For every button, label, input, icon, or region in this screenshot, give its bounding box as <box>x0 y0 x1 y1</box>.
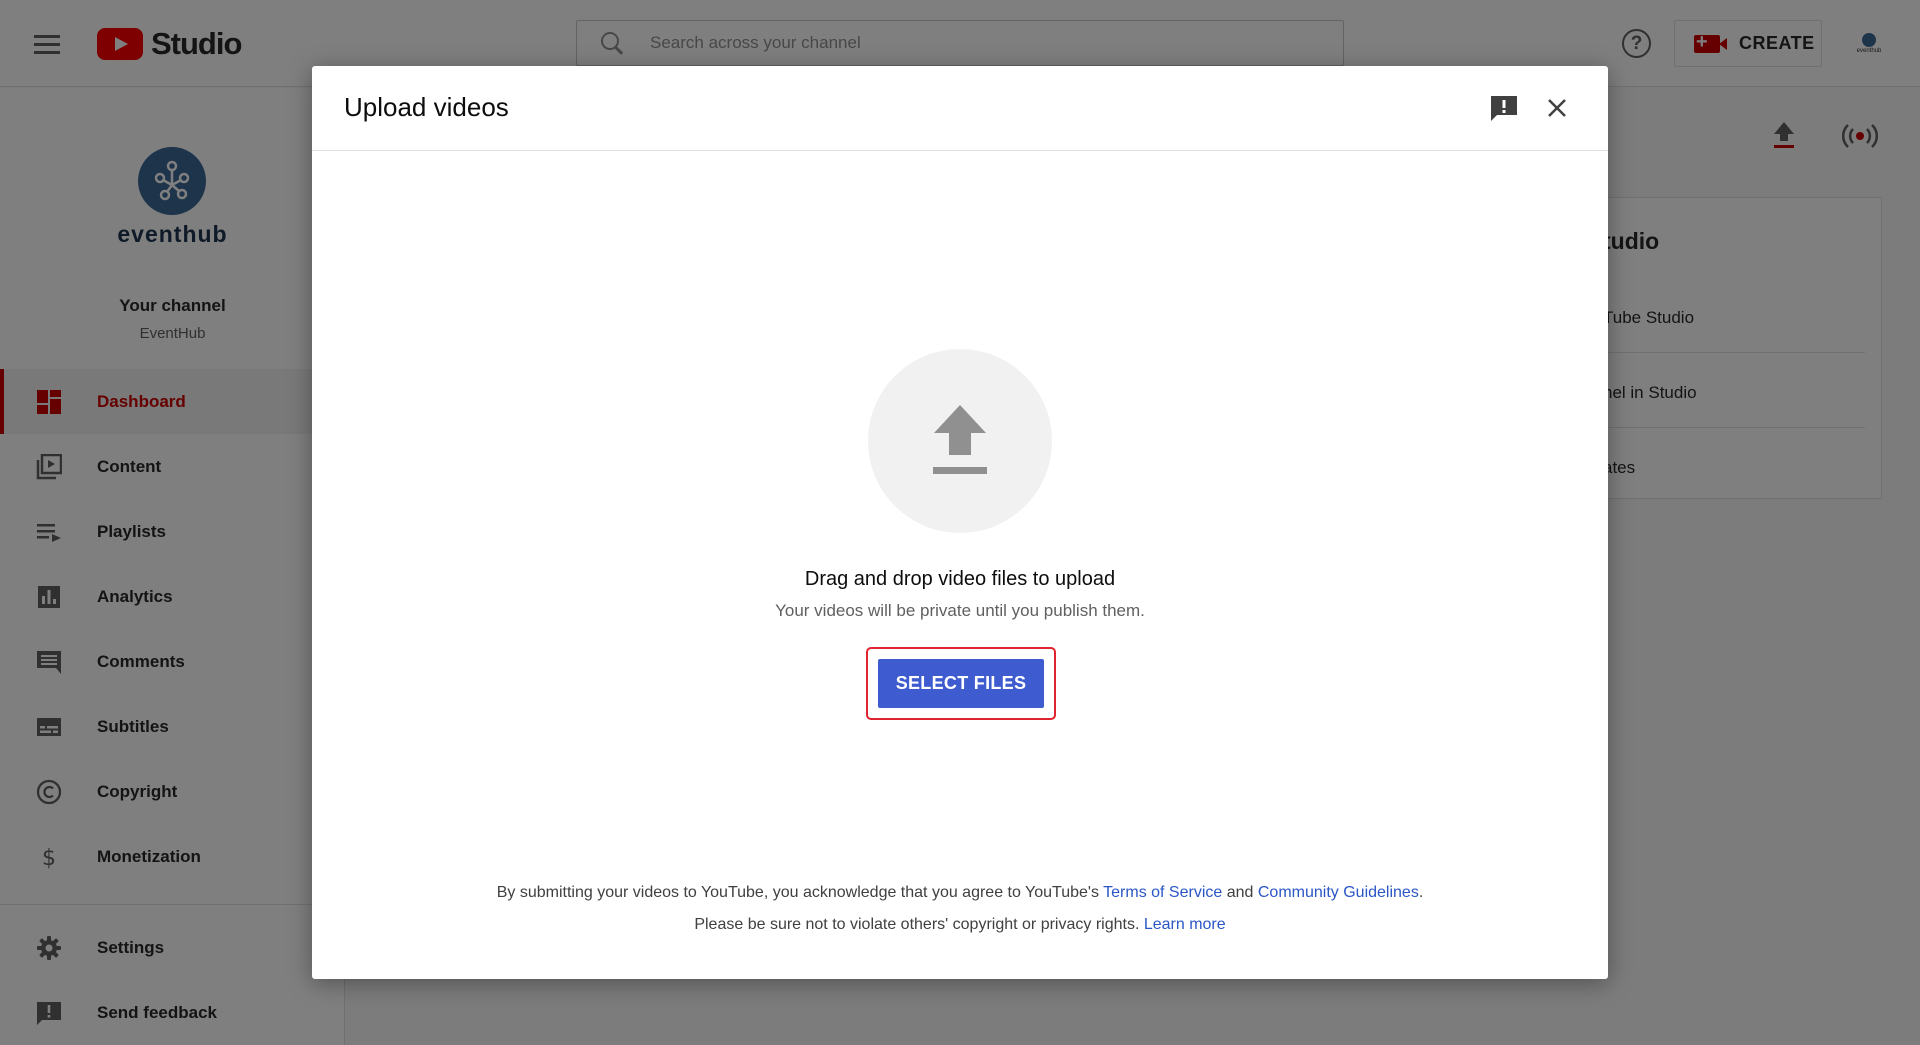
legal-notice-line2: Please be sure not to violate others' co… <box>312 916 1608 934</box>
send-feedback-icon[interactable] <box>1489 93 1519 123</box>
legal-notice-line1: By submitting your videos to YouTube, yo… <box>312 884 1608 902</box>
community-guidelines-link[interactable]: Community Guidelines <box>1258 884 1419 901</box>
dialog-title: Upload videos <box>344 92 509 122</box>
learn-more-link[interactable]: Learn more <box>1144 916 1226 933</box>
upload-arrow-icon <box>933 405 987 474</box>
legal-text: and <box>1222 884 1258 901</box>
legal-text: . <box>1418 884 1424 901</box>
terms-of-service-link[interactable]: Terms of Service <box>1103 884 1222 901</box>
upload-videos-dialog: Upload videos Drag and drop video files … <box>312 66 1608 979</box>
legal-text: By submitting your videos to YouTube, yo… <box>496 884 1104 901</box>
legal-text: Please be sure not to violate others' co… <box>694 916 1144 933</box>
privacy-note: Your videos will be private until you pu… <box>775 601 1145 620</box>
select-files-button[interactable]: SELECT FILES <box>878 659 1044 708</box>
close-icon[interactable] <box>1542 93 1572 123</box>
upload-drop-zone[interactable] <box>868 349 1052 533</box>
dialog-header: Upload videos <box>312 66 1608 151</box>
drag-drop-instructions: Drag and drop video files to upload <box>804 568 1116 590</box>
